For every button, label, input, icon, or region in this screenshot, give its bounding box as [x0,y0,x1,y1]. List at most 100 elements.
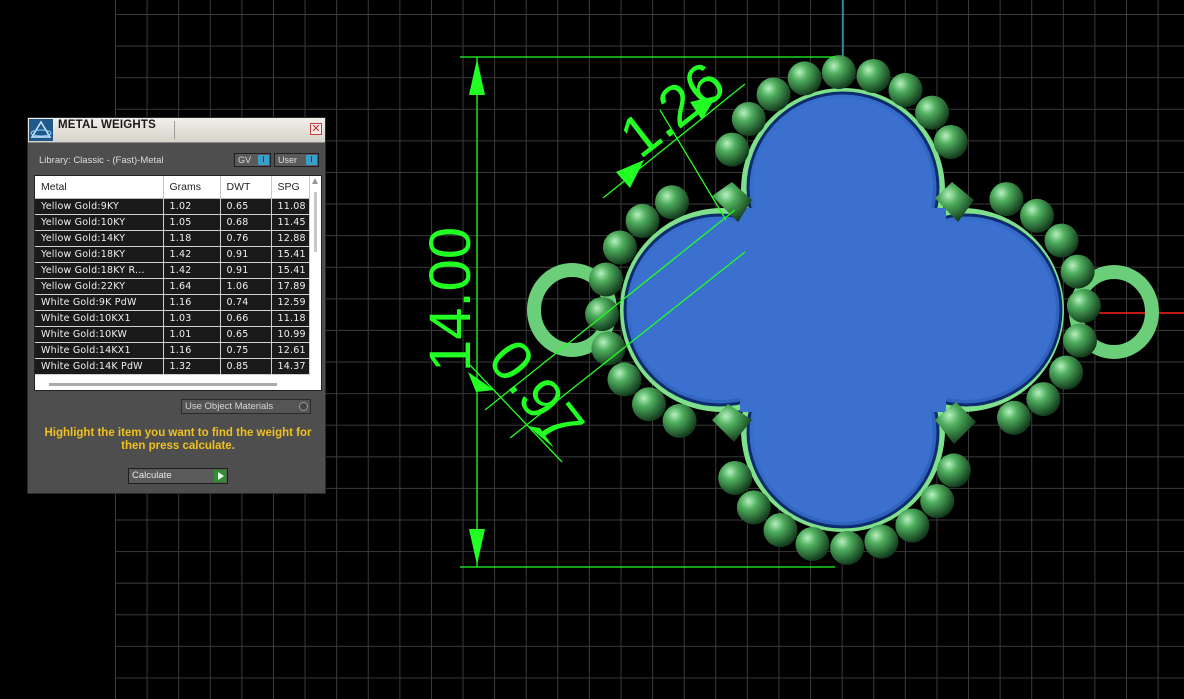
bead[interactable] [602,230,637,265]
bead[interactable] [718,461,753,495]
table-cell: 10.99 [271,326,310,343]
table-row[interactable]: White Gold:10KW 1.01 0.65 10.99 [35,326,310,343]
close-button[interactable]: ✕ [310,123,322,135]
column-header[interactable]: Grams [163,176,221,199]
table-cell: 1.16 [163,294,221,311]
table-cell: White Gold:10KX1 [35,310,164,327]
bead[interactable] [662,403,697,438]
table-cell: Yellow Gold:22KY [35,278,164,295]
table-row[interactable]: Yellow Gold:22KY 1.64 1.06 17.89 [35,278,310,295]
user-toggle-label: User [278,155,298,165]
calculate-button[interactable]: Calculate [128,468,228,484]
bead[interactable] [589,262,623,297]
table-cell: 17.89 [271,278,310,295]
table-cell: 1.18 [163,230,221,247]
metal-table[interactable]: Metal Grams DWT SPG Yellow Gold:9KY 1.02 0.65… [35,176,310,375]
column-header[interactable]: SPG [271,176,310,199]
bead[interactable] [936,453,971,488]
gv-toggle-label: GV [238,155,252,165]
bead[interactable] [830,530,865,565]
table-cell: 12.59 [271,294,310,311]
bead[interactable] [1020,198,1054,233]
bead[interactable] [625,203,660,238]
bead[interactable] [763,513,798,548]
table-cell: 0.66 [220,310,272,327]
scroll-up-icon[interactable] [312,178,318,184]
bead[interactable] [787,61,822,96]
bead[interactable] [1063,323,1097,358]
bead[interactable] [920,484,955,518]
table-cell: 12.88 [271,230,310,247]
bead[interactable] [915,95,950,130]
toggle-indicator-icon: I [258,155,269,165]
bead[interactable] [1026,382,1061,417]
table-row[interactable]: Yellow Gold:10KY 1.05 0.68 11.45 [35,214,310,231]
table-row[interactable]: Yellow Gold:14KY 1.18 0.76 12.88 [35,230,310,247]
table-cell: White Gold:14K PdW [35,358,164,375]
bead[interactable] [989,182,1024,217]
radio-indicator-icon[interactable] [299,402,308,411]
bead[interactable] [1044,223,1079,258]
table-cell: Yellow Gold:10KY [35,214,164,231]
bead[interactable] [731,102,766,136]
table-row[interactable]: White Gold:10KX1 1.03 0.66 11.18 [35,310,310,327]
table-cell: 15.41 [271,262,310,279]
bead[interactable] [756,77,791,112]
table-row[interactable]: Yellow Gold:18KY 1.42 0.91 15.41 [35,246,310,263]
panel-titlebar[interactable]: METAL WEIGHTS ✕ [28,118,325,143]
bead[interactable] [864,524,899,559]
user-toggle[interactable]: User I [274,153,319,167]
bead[interactable] [1060,254,1095,289]
table-cell: 1.05 [163,214,221,231]
table-cell: 0.85 [220,358,272,375]
table-cell: 11.18 [271,310,310,327]
dimension-label-height: 14.00 [418,227,483,372]
vertical-scrollbar[interactable] [311,178,320,360]
table-row[interactable]: White Gold:14KX1 1.16 0.75 12.61 [35,342,310,359]
library-label: Library: Classic - (Fast)-Metal [39,155,164,166]
table-cell: 1.42 [163,262,221,279]
bead[interactable] [715,132,750,167]
table-cell: 0.65 [220,198,272,215]
bead[interactable] [821,55,856,90]
table-cell: 1.06 [220,278,272,295]
title-divider [174,121,175,139]
use-object-materials-label: Use Object Materials [185,401,274,412]
table-cell: 11.45 [271,214,310,231]
table-cell: White Gold:10KW [35,326,164,343]
bead[interactable] [632,387,666,422]
scroll-thumb[interactable] [314,192,317,252]
table-cell: 12.61 [271,342,310,359]
column-header[interactable]: Metal [35,176,164,199]
bead[interactable] [856,59,891,93]
clover-face [630,98,1056,522]
table-cell: 11.08 [271,198,310,215]
table-cell: 1.42 [163,246,221,263]
metal-list[interactable]: Metal Grams DWT SPG Yellow Gold:9KY 1.02 0.65… [34,175,322,391]
table-row[interactable]: White Gold:9K PdW 1.16 0.74 12.59 [35,294,310,311]
bead[interactable] [997,400,1031,435]
bead[interactable] [795,527,830,561]
close-icon: ✕ [311,123,321,135]
bead[interactable] [607,362,642,397]
column-header[interactable]: DWT [220,176,272,199]
bead[interactable] [888,72,923,107]
bead[interactable] [933,125,968,159]
bead[interactable] [655,185,689,220]
use-object-materials-toggle[interactable]: Use Object Materials [181,399,311,414]
table-row[interactable]: White Gold:14K PdW 1.32 0.85 14.37 [35,358,310,375]
gv-toggle[interactable]: GV I [234,153,271,167]
table-row[interactable]: Yellow Gold:9KY 1.02 0.65 11.08 [35,198,310,215]
toggle-indicator-icon: I [306,155,317,165]
table-cell: Yellow Gold:9KY [35,198,164,215]
table-cell: 0.75 [220,342,272,359]
bead[interactable] [1066,288,1101,323]
table-cell: 0.68 [220,214,272,231]
bead[interactable] [1049,355,1084,390]
horizontal-scrollbar[interactable] [49,383,277,386]
table-cell: 0.74 [220,294,272,311]
table-row[interactable]: Yellow Gold:18KY R... 1.42 0.91 15.41 [35,262,310,279]
table-cell: 1.03 [163,310,221,327]
bead[interactable] [895,508,930,543]
bead[interactable] [736,490,771,525]
